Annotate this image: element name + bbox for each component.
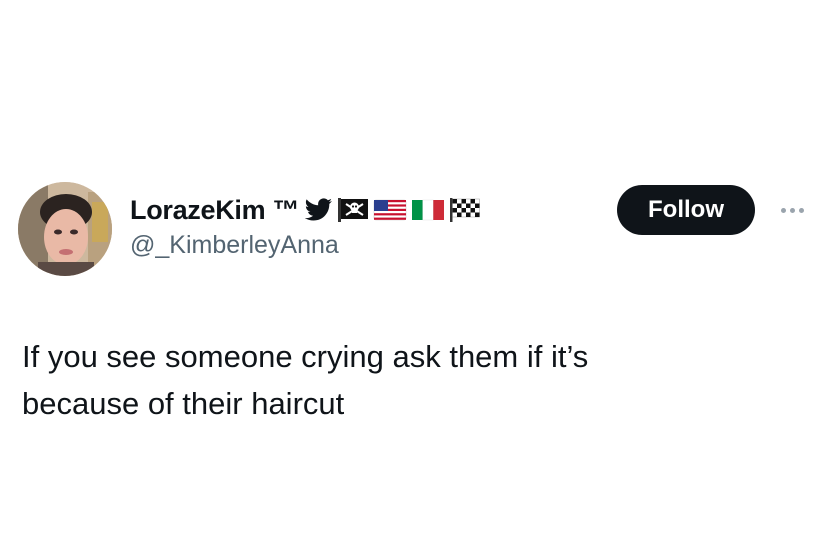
tweet-card: LorazeKim ™ @_KimberleyAnna Follow If yo… (0, 0, 828, 558)
tweet-text: If you see someone crying ask them if it… (22, 339, 589, 421)
user-handle[interactable]: @_KimberleyAnna (130, 231, 339, 260)
more-dot (780, 207, 786, 213)
display-name-row: LorazeKim ™ (130, 190, 481, 230)
checkered-flag-icon (449, 197, 481, 223)
more-horizontal-icon[interactable] (774, 200, 810, 220)
italy-flag-icon (411, 197, 445, 223)
display-name[interactable]: LorazeKim ™ (130, 195, 300, 226)
follow-button[interactable]: Follow (617, 185, 755, 235)
us-flag-icon (373, 197, 407, 223)
more-dot (798, 207, 804, 213)
bird-icon (305, 198, 333, 222)
avatar[interactable] (18, 182, 112, 276)
name-badges (305, 197, 481, 223)
more-dot (789, 207, 795, 213)
pirate-flag-icon (337, 197, 369, 223)
